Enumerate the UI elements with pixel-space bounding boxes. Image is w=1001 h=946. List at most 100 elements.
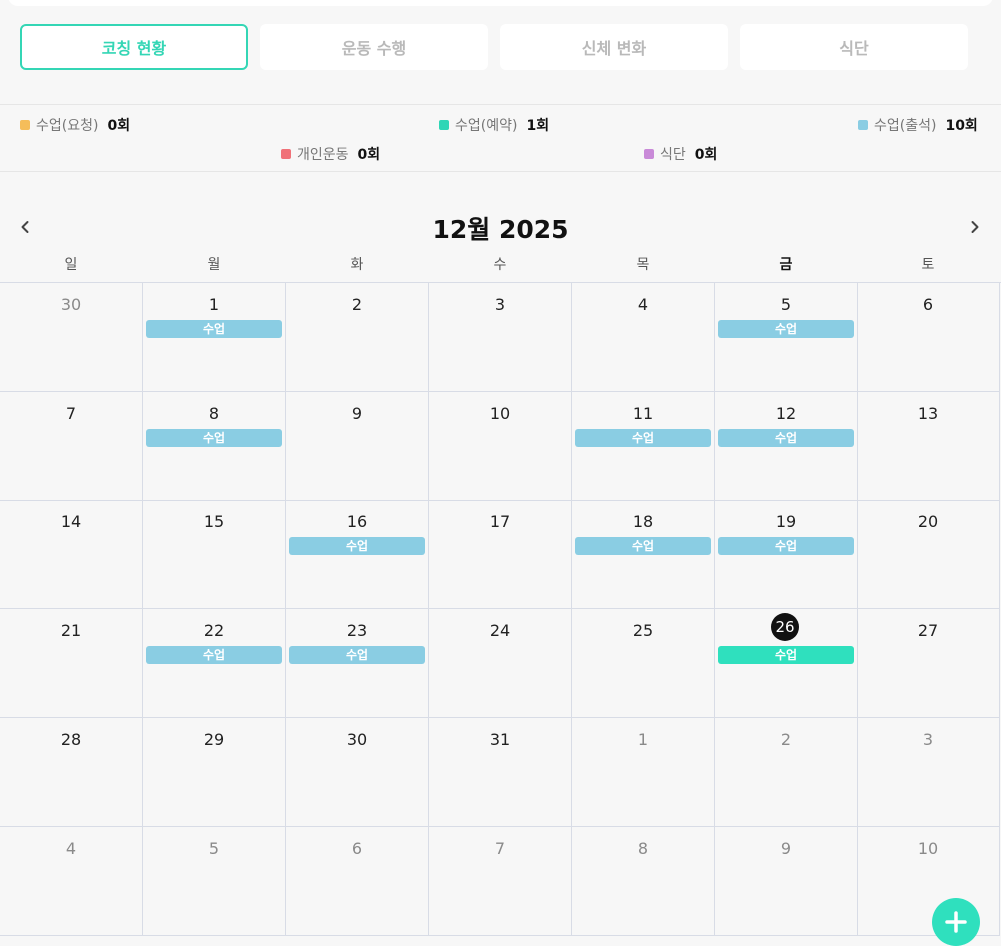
day-number: 4	[637, 295, 649, 314]
weekday-header: 일월화수목금토	[0, 254, 1001, 280]
legend-personal-workout: 개인운동 0회	[281, 144, 380, 164]
calendar-day-cell[interactable]: 29	[143, 718, 286, 827]
calendar-day-cell[interactable]: 21	[0, 609, 143, 718]
next-month-button[interactable]	[962, 214, 988, 240]
calendar-day-cell[interactable]: 3	[429, 283, 572, 392]
legend-swatch	[858, 120, 868, 130]
calendar-day-cell[interactable]: 8	[572, 827, 715, 936]
legend-diet: 식단 0회	[644, 144, 717, 164]
calendar-day-cell[interactable]: 20	[857, 500, 1000, 609]
calendar-day-cell[interactable]: 3	[857, 718, 1000, 827]
calendar-day-cell[interactable]: 22 수업	[143, 609, 286, 718]
calendar-day-cell[interactable]: 5	[143, 827, 286, 936]
class-event-badge[interactable]: 수업	[718, 320, 854, 338]
calendar-day-cell[interactable]: 16 수업	[286, 500, 429, 609]
calendar-day-cell[interactable]: 27	[857, 609, 1000, 718]
calendar-day-cell[interactable]: 6	[857, 283, 1000, 392]
calendar-day-cell[interactable]: 4	[572, 283, 715, 392]
weekday-label: 금	[779, 257, 793, 273]
weekday-label: 월	[207, 257, 221, 273]
class-event-badge[interactable]: 수업	[289, 537, 425, 555]
class-event-badge[interactable]: 수업	[146, 646, 282, 664]
day-number: 16	[346, 512, 368, 531]
chevron-right-icon	[971, 221, 979, 233]
calendar-day-cell[interactable]: 12 수업	[715, 392, 858, 501]
day-number: 6	[922, 295, 934, 314]
calendar-day-cell[interactable]: 15	[143, 500, 286, 609]
class-event-badge[interactable]: 수업	[289, 646, 425, 664]
calendar-day-cell[interactable]: 6	[286, 827, 429, 936]
class-event-badge[interactable]: 수업	[575, 429, 711, 447]
calendar-day-cell[interactable]: 28	[0, 718, 143, 827]
weekday-label: 일	[64, 257, 78, 273]
day-number: 23	[346, 621, 368, 640]
tab-bar: 코칭 현황 운동 수행 신체 변화 식단	[20, 24, 968, 70]
day-number: 11	[632, 404, 654, 423]
calendar-day-cell[interactable]: 1 수업	[143, 283, 286, 392]
calendar-day-cell[interactable]: 30	[0, 283, 143, 392]
tab-coaching-status[interactable]: 코칭 현황	[20, 24, 248, 70]
calendar-day-cell[interactable]: 8 수업	[143, 392, 286, 501]
class-event-badge[interactable]: 수업	[718, 646, 854, 664]
calendar-day-cell[interactable]: 4	[0, 827, 143, 936]
calendar-day-cell[interactable]: 13	[857, 392, 1000, 501]
plus-icon	[945, 911, 967, 933]
legend-class-requested: 수업(요청) 0회	[20, 115, 130, 135]
calendar-day-cell[interactable]: 26 수업	[715, 609, 858, 718]
add-button[interactable]	[932, 898, 980, 946]
day-number: 17	[489, 512, 511, 531]
calendar-day-cell[interactable]: 11 수업	[572, 392, 715, 501]
class-event-badge[interactable]: 수업	[146, 429, 282, 447]
calendar-day-cell[interactable]: 30	[286, 718, 429, 827]
legend: 수업(요청) 0회 수업(예약) 1회 수업(출석) 10회 개인운동 0회 식…	[0, 104, 1001, 172]
day-number: 18	[632, 512, 654, 531]
class-event-badge[interactable]: 수업	[718, 429, 854, 447]
calendar-day-cell[interactable]: 7	[429, 827, 572, 936]
day-number: 9	[780, 839, 792, 858]
calendar-day-cell[interactable]: 14	[0, 500, 143, 609]
calendar-day-cell[interactable]: 10	[429, 392, 572, 501]
calendar-day-cell[interactable]: 31	[429, 718, 572, 827]
calendar-day-cell[interactable]: 5 수업	[715, 283, 858, 392]
legend-count: 1회	[526, 118, 550, 134]
day-number: 7	[494, 839, 506, 858]
class-event-badge[interactable]: 수업	[146, 320, 282, 338]
legend-count: 0회	[357, 147, 381, 163]
calendar-day-cell[interactable]: 24	[429, 609, 572, 718]
calendar-day-cell[interactable]: 1	[572, 718, 715, 827]
day-number: 10	[489, 404, 511, 423]
day-number: 24	[489, 621, 511, 640]
calendar-day-cell[interactable]: 17	[429, 500, 572, 609]
calendar-day-cell[interactable]: 18 수업	[572, 500, 715, 609]
calendar-day-cell[interactable]: 19 수업	[715, 500, 858, 609]
day-number: 8	[637, 839, 649, 858]
day-number: 22	[203, 621, 225, 640]
day-number: 2	[351, 295, 363, 314]
day-number: 7	[65, 404, 77, 423]
day-number: 31	[489, 730, 511, 749]
legend-class-attended: 수업(출석) 10회	[858, 115, 978, 135]
tab-body-change[interactable]: 신체 변화	[500, 24, 728, 70]
class-event-badge[interactable]: 수업	[718, 537, 854, 555]
class-event-badge[interactable]: 수업	[575, 537, 711, 555]
calendar-grid: 30 1 수업 2 3 4 5 수업 6 7 8 수업 9 10 11 수업 12 수업 13 14 15 16 수업 17 1…	[0, 282, 1001, 936]
day-number: 29	[203, 730, 225, 749]
day-number: 10	[917, 839, 939, 858]
day-number: 5	[208, 839, 220, 858]
calendar-day-cell[interactable]: 9	[286, 392, 429, 501]
calendar-day-cell[interactable]: 25	[572, 609, 715, 718]
tab-diet[interactable]: 식단	[740, 24, 968, 70]
calendar-day-cell[interactable]: 7	[0, 392, 143, 501]
legend-class-reserved: 수업(예약) 1회	[439, 115, 549, 135]
tab-workout-performance[interactable]: 운동 수행	[260, 24, 488, 70]
day-number: 19	[775, 512, 797, 531]
day-number: 12	[775, 404, 797, 423]
calendar-day-cell[interactable]: 2	[286, 283, 429, 392]
calendar-day-cell[interactable]: 9	[715, 827, 858, 936]
day-number: 8	[208, 404, 220, 423]
calendar-day-cell[interactable]: 2	[715, 718, 858, 827]
calendar-day-cell[interactable]: 23 수업	[286, 609, 429, 718]
legend-label: 수업(예약)	[455, 118, 518, 134]
legend-count: 0회	[694, 147, 718, 163]
legend-swatch	[281, 149, 291, 159]
